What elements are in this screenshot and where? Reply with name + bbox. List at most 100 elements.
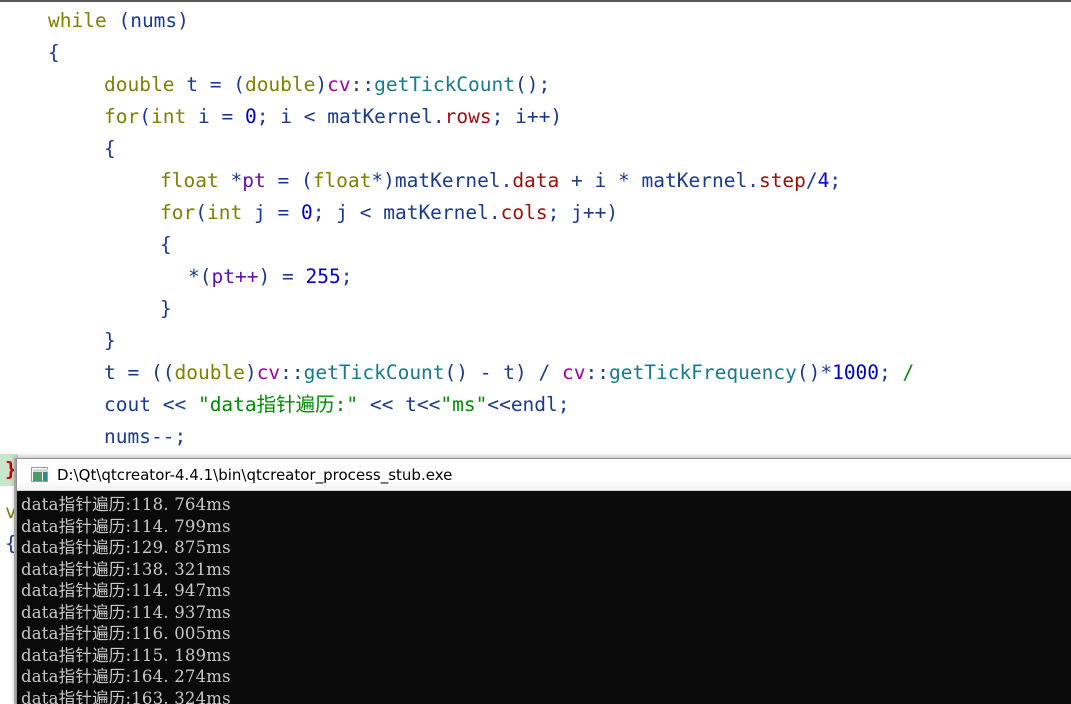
code-token: matKernel xyxy=(641,169,748,192)
code-token: "ms" xyxy=(440,393,488,416)
code-token: matKernel xyxy=(327,105,433,128)
code-token: matKernel xyxy=(383,201,489,224)
code-token: pt++ xyxy=(211,265,259,288)
code-editor[interactable]: while (nums){double t = (double)cv::getT… xyxy=(0,2,1071,452)
code-token: . xyxy=(488,201,501,224)
code-token: cv xyxy=(327,73,351,96)
code-token: j xyxy=(253,201,266,224)
code-token: (); xyxy=(515,73,551,96)
code-token: ) xyxy=(258,265,271,288)
code-token: for xyxy=(160,201,196,224)
code-token: . xyxy=(747,169,759,192)
code-line: { xyxy=(0,229,172,261)
code-token: ; xyxy=(312,201,325,224)
console-title-text: D:\Qt\qtcreator-4.4.1\bin\qtcreator_proc… xyxy=(57,465,453,484)
code-token: (( xyxy=(151,361,175,384)
code-token: () xyxy=(796,361,821,384)
code-token: . xyxy=(432,105,445,128)
code-token: double xyxy=(174,361,245,384)
code-line: for(int i = 0; i < matKernel.rows; i++) xyxy=(0,101,562,133)
code-line: *(pt++) = 255; xyxy=(0,261,352,293)
console-output-line: data指针遍历:114. 799ms xyxy=(21,516,231,536)
code-line: } xyxy=(0,325,116,357)
code-token: < xyxy=(359,201,372,224)
console-window-icon xyxy=(31,467,48,482)
code-line: while (nums) xyxy=(0,5,189,37)
code-token: j++ xyxy=(571,201,607,224)
code-token: ( xyxy=(300,169,313,192)
console-output-line: data指针遍历:114. 947ms xyxy=(21,581,231,600)
code-line: for(int j = 0; j < matKernel.cols; j++) xyxy=(0,197,618,229)
console-output[interactable]: data指针遍历:118. 764ms data指针遍历:114. 799ms da… xyxy=(17,492,1071,704)
code-token: t xyxy=(405,393,417,416)
code-token: / xyxy=(902,361,915,384)
code-token: t xyxy=(186,73,198,96)
console-output-line: data指针遍历:164. 274ms xyxy=(21,667,231,686)
code-token: = xyxy=(127,361,140,384)
code-line: cout << "data指针遍历:" << t<<"ms"<<endl; xyxy=(0,389,570,421)
code-token: ; xyxy=(491,105,504,128)
code-line: { xyxy=(0,37,60,69)
code-token: << xyxy=(416,393,441,416)
code-token: ; xyxy=(340,265,353,288)
code-token: * xyxy=(230,169,243,192)
console-output-line: data指针遍历:114. 937ms xyxy=(21,602,231,622)
console-titlebar[interactable]: D:\Qt\qtcreator-4.4.1\bin\qtcreator_proc… xyxy=(17,459,1071,491)
code-token: float xyxy=(312,169,372,192)
code-line: { xyxy=(0,133,116,165)
code-token: :: xyxy=(585,361,609,384)
code-token: = xyxy=(221,105,234,128)
code-token: pt xyxy=(242,169,266,192)
code-token: / xyxy=(805,169,818,192)
code-token: () xyxy=(444,361,469,384)
code-token: while xyxy=(48,9,107,32)
code-token: * xyxy=(188,265,200,288)
code-token: ) xyxy=(244,361,257,384)
code-token: 0 xyxy=(300,201,313,224)
code-token: ; xyxy=(557,393,570,416)
code-token: / xyxy=(538,361,551,384)
code-token: } xyxy=(104,329,116,352)
code-line: nums--; xyxy=(0,421,186,452)
code-token: endl xyxy=(510,393,558,416)
code-token: int xyxy=(150,105,187,128)
code-token: ( xyxy=(139,105,151,128)
code-token: cols xyxy=(500,201,548,224)
console-window[interactable]: D:\Qt\qtcreator-4.4.1\bin\qtcreator_proc… xyxy=(16,458,1071,704)
code-token: - xyxy=(479,361,492,384)
code-token: << xyxy=(369,393,394,416)
code-token: ( xyxy=(199,265,212,288)
console-output-line: data指针遍历:138. 321ms xyxy=(21,559,231,579)
code-token: < xyxy=(303,105,316,128)
code-token: getTickCount xyxy=(374,73,516,96)
code-token: ; xyxy=(547,201,560,224)
code-token: ) xyxy=(515,361,527,384)
code-token: 0 xyxy=(244,105,257,128)
code-token: ) xyxy=(315,73,328,96)
code-token: 4 xyxy=(817,169,830,192)
code-line: t = ((double)cv::getTickCount() - t) / c… xyxy=(0,357,914,389)
code-token: step xyxy=(758,169,806,192)
code-token: * xyxy=(371,169,384,192)
